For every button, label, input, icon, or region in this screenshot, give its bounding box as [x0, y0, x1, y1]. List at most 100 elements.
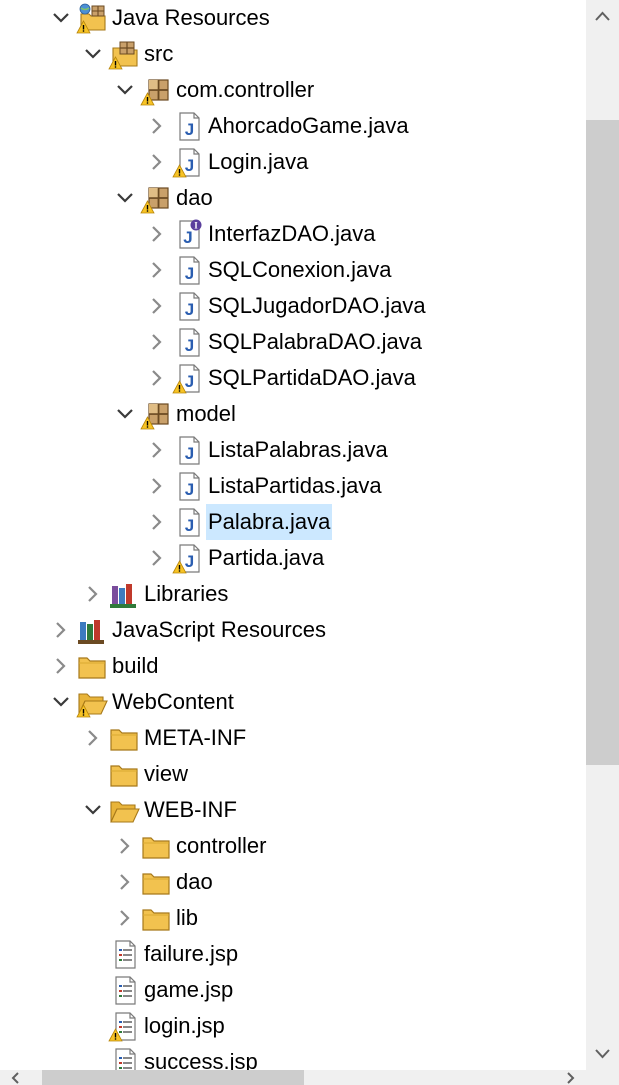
- tree-item[interactable]: J ListaPartidas.java: [0, 468, 586, 504]
- chevron-down-icon[interactable]: [82, 43, 104, 65]
- chevron-right-icon[interactable]: [50, 655, 72, 677]
- chevron-down-icon[interactable]: [114, 79, 136, 101]
- vertical-scrollbar-thumb[interactable]: [586, 120, 619, 765]
- tree-item-label: game.jsp: [144, 977, 234, 1002]
- tree-item[interactable]: WebContent: [0, 684, 586, 720]
- chevron-right-icon[interactable]: [146, 475, 168, 497]
- horizontal-scrollbar[interactable]: [0, 1070, 586, 1085]
- chevron-right-icon[interactable]: [146, 295, 168, 317]
- package-icon: [140, 74, 172, 106]
- svg-text:J: J: [185, 264, 194, 283]
- tree-item-label: Libraries: [144, 581, 229, 606]
- tree-item[interactable]: game.jsp: [0, 972, 586, 1008]
- tree-item[interactable]: META-INF: [0, 720, 586, 756]
- folder-icon: [108, 758, 140, 790]
- tree-item[interactable]: failure.jsp: [0, 936, 586, 972]
- scroll-up-arrow-icon[interactable]: [586, 0, 619, 34]
- scroll-down-arrow-icon[interactable]: [586, 1036, 619, 1070]
- tree-item-label: login.jsp: [144, 1013, 225, 1038]
- tree-item[interactable]: J Palabra.java: [0, 504, 586, 540]
- tree-item[interactable]: J SQLJugadorDAO.java: [0, 288, 586, 324]
- java-file-icon: J: [172, 254, 204, 286]
- tree-item[interactable]: WEB-INF: [0, 792, 586, 828]
- java-file-icon: J: [172, 290, 204, 322]
- folder-icon: [108, 722, 140, 754]
- tree-item-label: failure.jsp: [144, 941, 239, 966]
- tree-item[interactable]: lib: [0, 900, 586, 936]
- tree-item-label: model: [176, 401, 236, 426]
- chevron-down-icon[interactable]: [50, 691, 72, 713]
- chevron-right-icon[interactable]: [114, 907, 136, 929]
- chevron-right-icon[interactable]: [146, 223, 168, 245]
- tree-item[interactable]: JavaScript Resources: [0, 612, 586, 648]
- svg-text:J: J: [185, 516, 194, 535]
- vertical-scrollbar[interactable]: [586, 0, 619, 1070]
- tree-item[interactable]: com.controller: [0, 72, 586, 108]
- chevron-down-icon[interactable]: [114, 187, 136, 209]
- chevron-right-icon[interactable]: [146, 259, 168, 281]
- chevron-down-icon[interactable]: [82, 799, 104, 821]
- tree-item-label: WEB-INF: [144, 797, 237, 822]
- chevron-right-icon[interactable]: [146, 367, 168, 389]
- folder-icon: [140, 830, 172, 862]
- chevron-right-icon[interactable]: [146, 115, 168, 137]
- package-icon: [140, 182, 172, 214]
- chevron-right-icon[interactable]: [114, 871, 136, 893]
- java-file-icon: J: [172, 470, 204, 502]
- folder-icon: [76, 650, 108, 682]
- tree-item[interactable]: J AhorcadoGame.java: [0, 108, 586, 144]
- tree-item-label: SQLPalabraDAO.java: [208, 329, 422, 354]
- svg-text:I: I: [194, 221, 198, 231]
- tree-item[interactable]: J I InterfazDAO.java: [0, 216, 586, 252]
- chevron-right-icon[interactable]: [146, 331, 168, 353]
- tree-item[interactable]: dao: [0, 864, 586, 900]
- svg-text:J: J: [185, 552, 194, 571]
- tree-item[interactable]: view: [0, 756, 586, 792]
- jsp-file-icon: [108, 1046, 140, 1070]
- tree-item-label: Login.java: [208, 149, 309, 174]
- tree-item-label: controller: [176, 833, 267, 858]
- tree-item[interactable]: Java Resources: [0, 0, 586, 36]
- chevron-right-icon[interactable]: [146, 511, 168, 533]
- scroll-right-arrow-icon[interactable]: [556, 1070, 586, 1085]
- tree-item[interactable]: model: [0, 396, 586, 432]
- java-file-icon: J: [172, 110, 204, 142]
- tree-item[interactable]: src: [0, 36, 586, 72]
- java-interface-file-icon: JI: [172, 218, 204, 250]
- svg-text:J: J: [185, 300, 194, 319]
- chevron-right-icon[interactable]: [50, 619, 72, 641]
- chevron-down-icon[interactable]: [50, 7, 72, 29]
- tree-item-label: Java Resources: [112, 5, 270, 30]
- tree-item[interactable]: J ListaPalabras.java: [0, 432, 586, 468]
- tree-item[interactable]: Libraries: [0, 576, 586, 612]
- tree-item-label: com.controller: [176, 77, 315, 102]
- folder-open-icon: [108, 794, 140, 826]
- chevron-right-icon[interactable]: [82, 727, 104, 749]
- tree-item[interactable]: dao: [0, 180, 586, 216]
- chevron-right-icon[interactable]: [146, 547, 168, 569]
- java-file-icon: J: [172, 146, 204, 178]
- chevron-right-icon[interactable]: [146, 151, 168, 173]
- chevron-right-icon[interactable]: [82, 583, 104, 605]
- tree-item[interactable]: login.jsp: [0, 1008, 586, 1044]
- scroll-left-arrow-icon[interactable]: [0, 1070, 30, 1085]
- javascript-resources-icon: [76, 614, 108, 646]
- tree-item[interactable]: J SQLPalabraDAO.java: [0, 324, 586, 360]
- chevron-down-icon[interactable]: [114, 403, 136, 425]
- tree-item[interactable]: controller: [0, 828, 586, 864]
- tree-item-label: dao: [176, 185, 213, 210]
- project-explorer-tree[interactable]: Java Resources src com.controller J Ahorcado…: [0, 0, 586, 1070]
- tree-item[interactable]: J Partida.java: [0, 540, 586, 576]
- horizontal-scrollbar-thumb[interactable]: [42, 1070, 304, 1085]
- folder-icon: [140, 866, 172, 898]
- tree-item-label: ListaPalabras.java: [208, 437, 388, 462]
- java-file-icon: J: [172, 326, 204, 358]
- chevron-right-icon[interactable]: [114, 835, 136, 857]
- tree-item[interactable]: success.jsp: [0, 1044, 586, 1070]
- tree-item[interactable]: J SQLConexion.java: [0, 252, 586, 288]
- jsp-file-icon: [108, 938, 140, 970]
- tree-item[interactable]: J SQLPartidaDAO.java: [0, 360, 586, 396]
- tree-item[interactable]: build: [0, 648, 586, 684]
- tree-item[interactable]: J Login.java: [0, 144, 586, 180]
- chevron-right-icon[interactable]: [146, 439, 168, 461]
